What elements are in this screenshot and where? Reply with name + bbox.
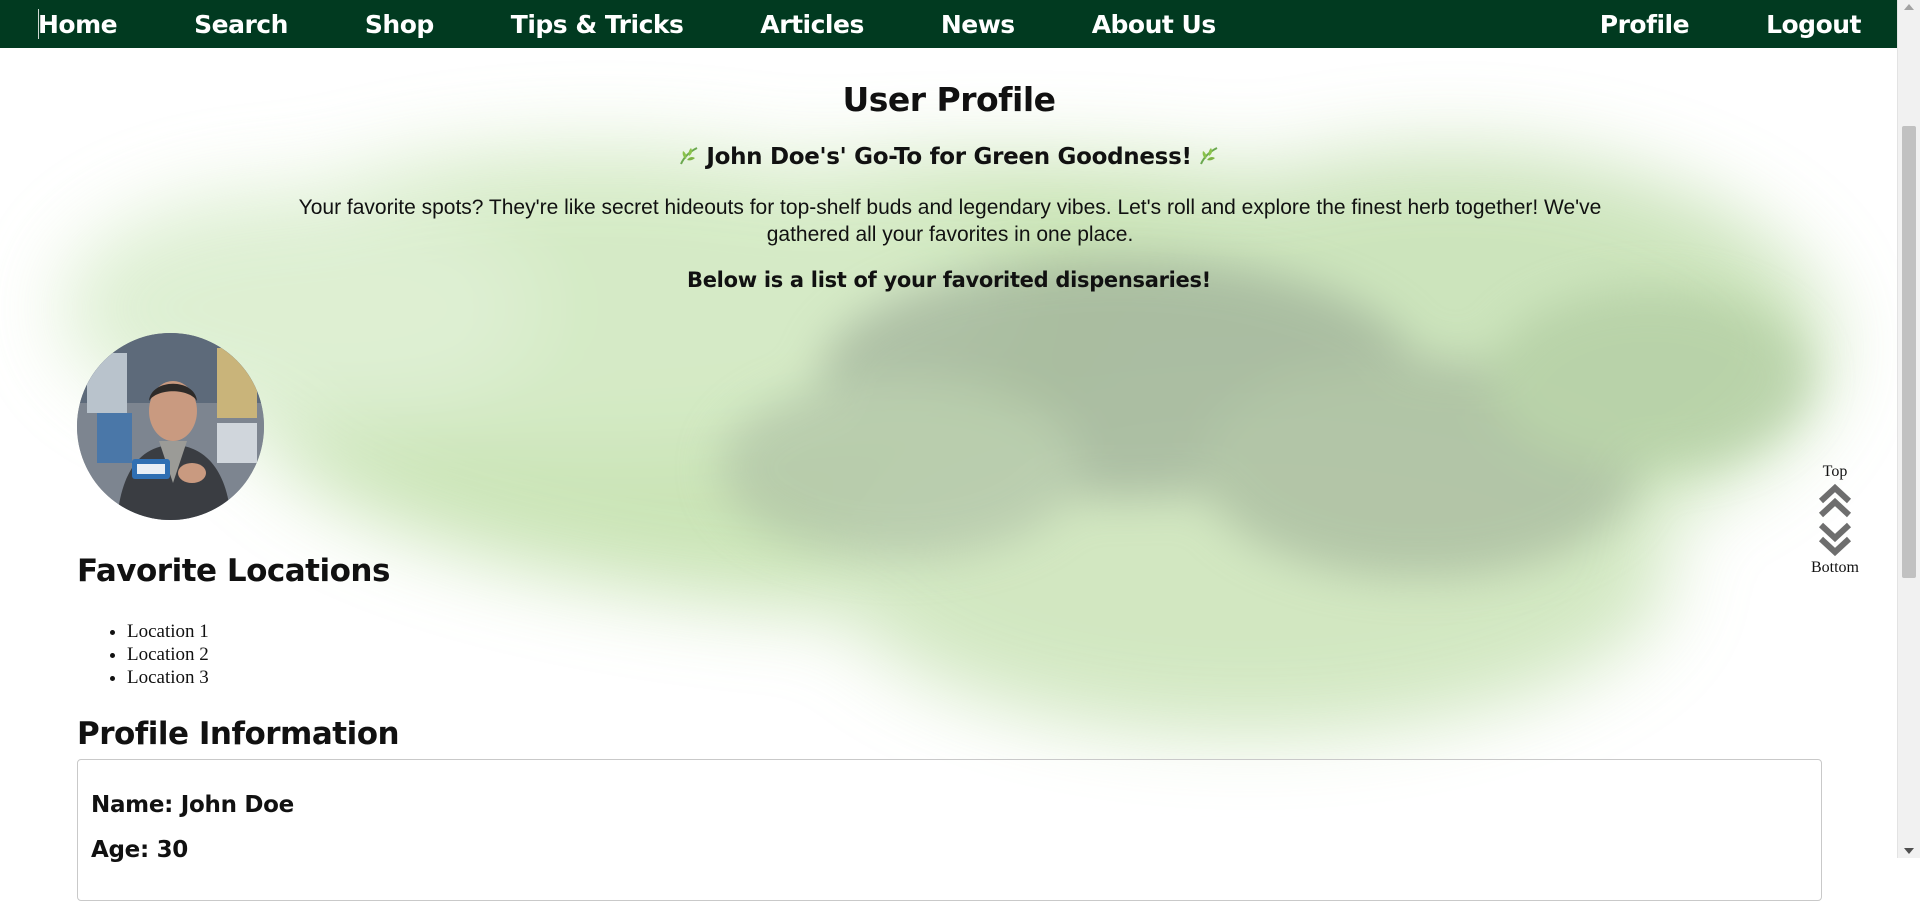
nav-tips-link[interactable]: Tips & Tricks [511, 10, 684, 39]
favorites-heading: Favorite Locations [77, 553, 390, 589]
scroll-top-link[interactable]: Top [1800, 463, 1870, 481]
list-item: Location 2 [127, 643, 209, 666]
nav-account-links: Profile Logout [1523, 0, 1898, 48]
focus-caret [38, 9, 39, 39]
user-avatar [77, 333, 264, 520]
favorites-note: Below is a list of your favorited dispen… [687, 268, 1211, 292]
page-scrollbar[interactable] [1897, 0, 1920, 858]
double-chevron-down-icon[interactable] [1818, 521, 1852, 557]
nav-search-link[interactable]: Search [194, 10, 288, 39]
scroll-down-arrow-icon[interactable] [1904, 848, 1914, 854]
scrollbar-thumb[interactable] [1902, 126, 1916, 578]
nav-news-link[interactable]: News [941, 10, 1015, 39]
scroll-bottom-link[interactable]: Bottom [1800, 559, 1870, 577]
profile-info-heading: Profile Information [77, 716, 400, 752]
nav-primary-links: Home Search Shop Tips & Tricks Articles … [0, 0, 1293, 48]
profile-age: Age: 30 [91, 837, 188, 863]
list-item: Location 1 [127, 620, 209, 643]
nav-profile-link[interactable]: Profile [1600, 10, 1690, 39]
double-chevron-up-icon[interactable] [1818, 483, 1852, 519]
list-item: Location 3 [127, 666, 209, 689]
herb-leaf-icon [1198, 145, 1220, 173]
profile-name: Name: John Doe [91, 792, 294, 818]
intro-paragraph: Your favorite spots? They're like secret… [298, 196, 1602, 246]
page-title: User Profile [842, 80, 1056, 119]
favorite-locations-list: Location 1 Location 2 Location 3 [77, 620, 209, 689]
profile-info-card: Name: John Doe Age: 30 [77, 759, 1822, 901]
nav-shop-link[interactable]: Shop [365, 10, 434, 39]
top-navbar: Home Search Shop Tips & Tricks Articles … [0, 0, 1898, 48]
profile-tagline: John Doe's' Go-To for Green Goodness! [0, 144, 1898, 173]
tagline-text: John Doe's' Go-To for Green Goodness! [706, 144, 1192, 170]
herb-leaf-icon [678, 145, 700, 173]
scroll-up-arrow-icon[interactable] [1904, 4, 1914, 10]
user-avatar-photo [77, 333, 264, 520]
nav-logout-link[interactable]: Logout [1766, 10, 1861, 39]
nav-home-link[interactable]: Home [38, 10, 118, 39]
nav-about-link[interactable]: About Us [1092, 10, 1217, 39]
nav-articles-link[interactable]: Articles [760, 10, 864, 39]
scroll-navigation: Top Bottom [1800, 463, 1870, 577]
profile-page: User Profile John Doe's' Go-To for Green… [0, 48, 1898, 901]
